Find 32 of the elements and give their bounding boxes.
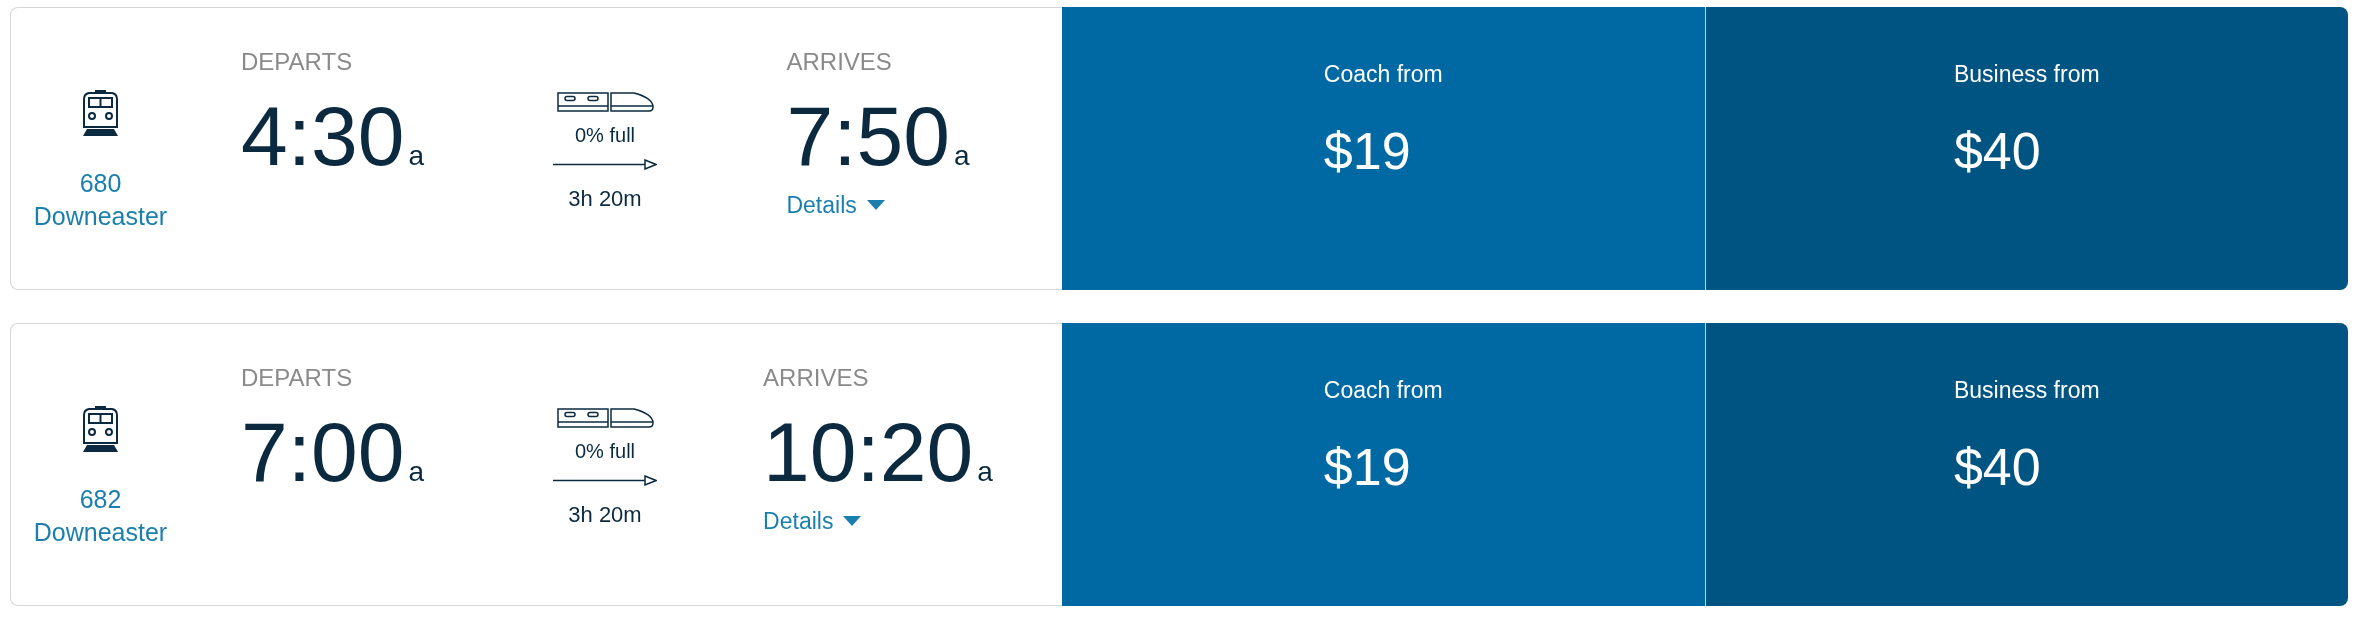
departs-time: 4:30: [241, 94, 405, 178]
time-period-text: a: [408, 458, 425, 486]
train-front-icon: [82, 405, 119, 453]
departs-label: DEPARTS: [241, 47, 353, 77]
arrives-time: 10:20: [763, 410, 974, 494]
train-front-icon: [82, 89, 119, 137]
train-side-icon: [556, 408, 654, 428]
details-button[interactable]: Details: [786, 190, 885, 220]
departs-time: 7:00: [241, 410, 405, 494]
fare-button[interactable]: Coach from $19: [1062, 7, 1705, 290]
arrives-label: ARRIVES: [786, 47, 892, 77]
time-period-text: a: [977, 458, 993, 486]
capacity-text: 0% full: [575, 123, 635, 148]
train-link[interactable]: 680 Downeaster: [33, 167, 168, 233]
arrow-icon: [553, 475, 657, 486]
train-side-icon: [556, 92, 654, 112]
duration-text: 3h 20m: [568, 501, 642, 529]
capacity-text: 0% full: [575, 439, 635, 464]
time-period-text: a: [953, 142, 970, 170]
arrow-icon: [553, 159, 657, 170]
details-button[interactable]: Details: [763, 506, 862, 536]
arrives-time: 7:50: [786, 94, 950, 178]
fare-button[interactable]: Coach from $19: [1062, 323, 1705, 606]
time-period-text: a: [408, 142, 425, 170]
caret-down-icon: [843, 516, 862, 526]
fare-button[interactable]: Business from $40: [1704, 323, 2348, 606]
fare-button[interactable]: Business from $40: [1704, 7, 2348, 290]
train-link[interactable]: 682 Downeaster: [33, 483, 168, 549]
arrives-label: ARRIVES: [763, 363, 869, 393]
departs-label: DEPARTS: [241, 363, 353, 393]
caret-down-icon: [866, 200, 885, 210]
duration-text: 3h 20m: [568, 185, 642, 213]
